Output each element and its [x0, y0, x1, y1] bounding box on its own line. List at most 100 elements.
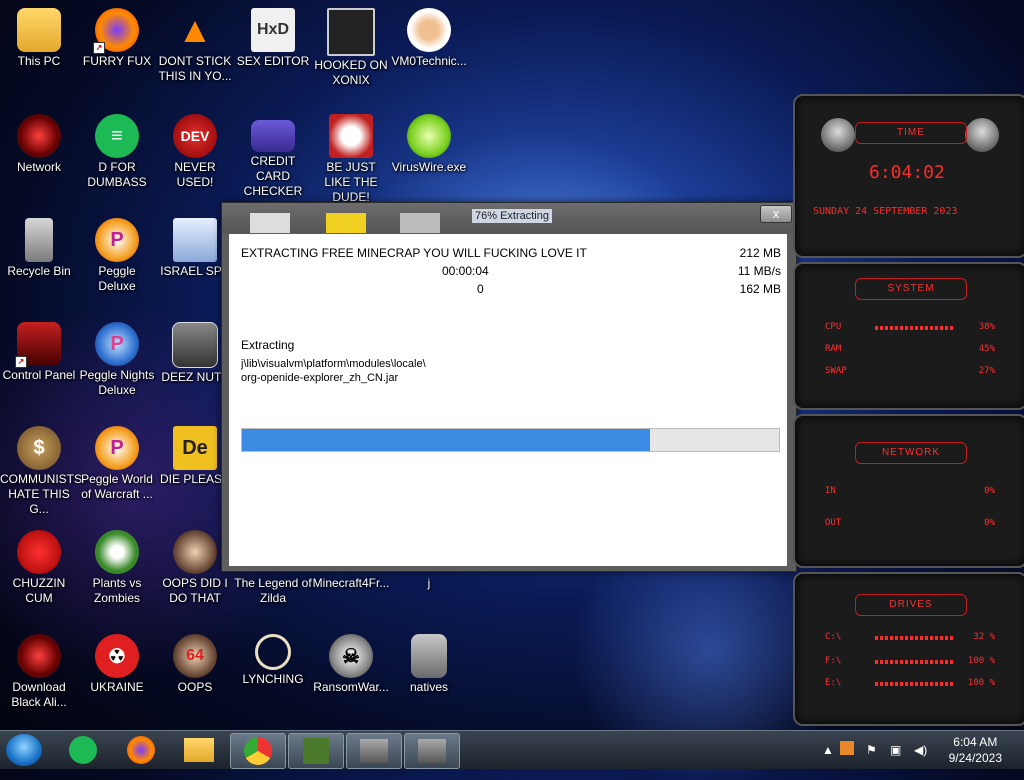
- current-file-path: j\lib\visualvm\platform\modules\locale\: [241, 358, 426, 370]
- taskbar-archive-2[interactable]: [404, 733, 460, 769]
- desktop-icon-communists[interactable]: $ COMMUNISTS HATE THIS G...: [0, 422, 82, 517]
- desktop-icon-download-black-ali[interactable]: Download Black Ali...: [0, 630, 78, 710]
- minecraft-icon: [303, 738, 329, 764]
- drives-gadget[interactable]: DRIVES C:\ 32 % F:\ 100 % E:\ 100 %: [793, 572, 1024, 726]
- desktop-icon-ransomware[interactable]: ☠ RansomWar...: [312, 630, 390, 695]
- desktop-icon-be-just-like-the-dude[interactable]: BE JUST LIKE THE DUDE!: [312, 110, 390, 205]
- network-out-value: 0%: [984, 518, 995, 528]
- time-gadget[interactable]: TIME 6:04:02 SUNDAY 24 SEPTEMBER 2023: [793, 94, 1024, 258]
- extract-dialog-titlebar[interactable]: 76% Extracting x: [222, 203, 796, 233]
- desktop-icon-label: NEVER USED!: [174, 160, 216, 189]
- desktop-icon-label: COMMUNISTS HATE THIS G...: [0, 472, 82, 516]
- folder-icon: [184, 738, 214, 762]
- lime-icon: [407, 114, 451, 158]
- show-hidden-icons-button[interactable]: ▲: [822, 743, 834, 757]
- desktop-icon-label: CHUZZIN CUM: [12, 576, 66, 605]
- taskbar-spotify[interactable]: [56, 733, 110, 767]
- desktop-icon-label: FURRY FUX: [82, 54, 152, 68]
- network-icon[interactable]: ▣: [890, 743, 901, 757]
- desktop-icon-furry-fux[interactable]: ↗ FURRY FUX: [78, 4, 156, 69]
- drive-value: 100 %: [967, 656, 995, 666]
- close-button[interactable]: x: [760, 205, 792, 223]
- desktop-icon-hooked-on-xonix[interactable]: HOOKED ON XONIX: [312, 4, 390, 88]
- app-tray-icon[interactable]: [840, 741, 854, 755]
- taskbar-archive-1[interactable]: [346, 733, 402, 769]
- drive-bar: [875, 660, 955, 664]
- desktop-icon-label: j: [427, 576, 431, 590]
- taskbar-firefox[interactable]: [114, 733, 168, 767]
- desktop-icon-never-used[interactable]: DEV NEVER USED!: [156, 110, 234, 190]
- drive-bar: [875, 636, 955, 640]
- desktop-icon-lynching[interactable]: LYNCHING: [234, 630, 312, 687]
- desktop-icon-chuzzin[interactable]: CHUZZIN CUM: [0, 526, 78, 606]
- spotify-icon: ≡: [95, 114, 139, 158]
- extract-dialog[interactable]: 76% Extracting x EXTRACTING FREE MINECRA…: [221, 202, 797, 572]
- desktop-icon-label: Download Black Ali...: [11, 680, 67, 709]
- desktop-icon-label: RansomWar...: [313, 680, 389, 694]
- desktop-icon-dont-stick[interactable]: ▲ DONT STICK THIS IN YO...: [156, 4, 234, 84]
- network-computer-icon: [173, 218, 217, 262]
- archive-icon: [418, 739, 446, 763]
- alien-icon: [17, 114, 61, 158]
- archive-icon: [360, 739, 388, 763]
- desktop-icon-label: OOPS: [177, 680, 213, 694]
- taskbar-explorer[interactable]: [172, 733, 226, 767]
- system-header: SYSTEM: [855, 278, 967, 300]
- desktop-icon-peggle-wow[interactable]: P Peggle World of Warcraft ...: [78, 422, 156, 502]
- folder-icon: [17, 8, 61, 52]
- drive-label: C:\: [825, 632, 842, 642]
- ram-value: 45%: [978, 344, 995, 354]
- xonix-icon: [327, 8, 375, 56]
- radiation-icon: ☢: [95, 634, 139, 678]
- taskbar-clock[interactable]: 6:04 AM 9/24/2023: [949, 734, 1002, 766]
- desktop-icon-peggle-deluxe[interactable]: P Peggle Deluxe: [78, 214, 156, 294]
- alien-head-icon: [821, 118, 855, 152]
- desktop-icon-plants-vs-zombies[interactable]: Plants vs Zombies: [78, 526, 156, 606]
- swap-label: SWAP: [825, 366, 847, 376]
- desktop-icon-label: VM0Technic...: [391, 54, 467, 68]
- desktop-icon-label: This PC: [17, 54, 61, 68]
- network-gadget[interactable]: NETWORK IN 0% OUT 0%: [793, 414, 1024, 568]
- taskbar-chrome[interactable]: [230, 733, 286, 769]
- desktop-icon-vm0technic[interactable]: VM0Technic...: [390, 4, 468, 69]
- desktop-icon-label: SEX EDITOR: [236, 54, 310, 68]
- extract-speed: 11 MB/s: [737, 264, 781, 278]
- network-in-label: IN: [825, 486, 836, 496]
- archive-icon: [411, 634, 447, 678]
- desktop-icon-control-panel[interactable]: ↗ Control Panel: [0, 318, 78, 383]
- credit-card-icon: [251, 120, 295, 152]
- chuzzle-icon: [17, 530, 61, 574]
- desktop-icon-label: HOOKED ON XONIX: [314, 58, 388, 87]
- desktop-icon-credit-card[interactable]: CREDIT CARD CHECKER: [234, 110, 312, 199]
- desktop-icon-label: Network: [16, 160, 61, 174]
- desktop-icon-label: BE JUST LIKE THE DUDE!: [324, 160, 378, 204]
- flag-icon[interactable]: ⚑: [866, 743, 877, 757]
- desktop-icon-recycle-bin[interactable]: Recycle Bin: [0, 214, 78, 279]
- desktop-icon-label: D FOR DUMBASS: [87, 160, 147, 189]
- cpu-meter: CPU 38%: [825, 322, 995, 332]
- desktop-icon-label: Plants vs Zombies: [92, 576, 142, 605]
- remaining-count: 0: [477, 282, 484, 296]
- hxd-icon: HxD: [251, 8, 295, 52]
- desktop-icon-natives[interactable]: natives: [390, 630, 468, 695]
- start-button[interactable]: [6, 734, 42, 766]
- desktop-icon-label: Peggle Nights Deluxe: [79, 368, 155, 397]
- desktop-icon-viruswire[interactable]: VirusWire.exe: [390, 110, 468, 175]
- desktop-icon-peggle-nights[interactable]: P Peggle Nights Deluxe: [78, 318, 156, 398]
- elapsed-time: 00:00:04: [442, 264, 489, 278]
- desktop-icon-this-pc[interactable]: This PC: [0, 4, 78, 69]
- peggle-icon: P: [95, 322, 139, 366]
- volume-icon[interactable]: ◀): [914, 743, 927, 757]
- desktop-icon-sex-editor[interactable]: HxD SEX EDITOR: [234, 4, 312, 69]
- desktop-icon-oops[interactable]: 64 OOPS: [156, 630, 234, 695]
- network-in-value: 0%: [984, 486, 995, 496]
- clock-time: 6:04 AM: [953, 735, 998, 749]
- taskbar-minecraft[interactable]: [288, 733, 344, 769]
- network-header: NETWORK: [855, 442, 967, 464]
- desktop-icon-network[interactable]: Network: [0, 110, 78, 175]
- desktop-icon-ukraine[interactable]: ☢ UKRAINE: [78, 630, 156, 695]
- system-gadget[interactable]: SYSTEM CPU 38% RAM 45% SWAP 27%: [793, 262, 1024, 410]
- desktop-icon-d-for-dumbass[interactable]: ≡ D FOR DUMBASS: [78, 110, 156, 190]
- swap-meter: SWAP 27%: [825, 366, 995, 376]
- time-header: TIME: [855, 122, 967, 144]
